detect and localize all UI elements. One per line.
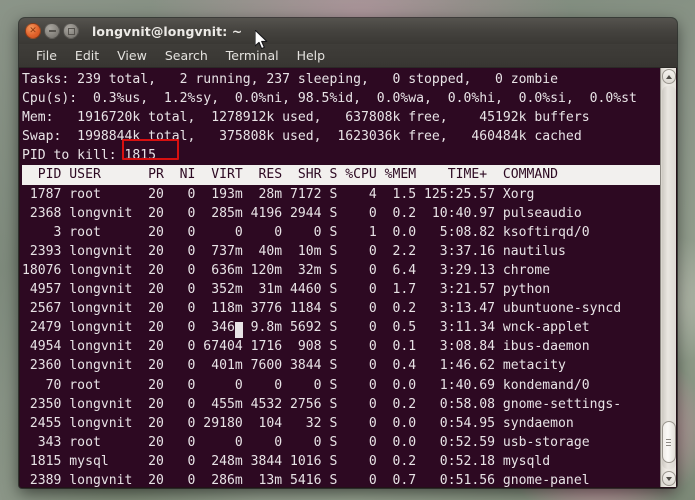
window-title-bar[interactable]: ✕ longvnit@longvnit: ~ — [19, 18, 677, 44]
terminal-block-cursor — [235, 322, 243, 338]
table-row: 2393 longvnit 20 0 737m 40m 10m S 0 2.2 … — [22, 243, 566, 259]
terminal-scrollbar[interactable] — [660, 68, 676, 487]
table-row: 2479 longvnit 20 0 346m 9.8m 5692 S 0 0.… — [22, 320, 590, 336]
terminal-text-area[interactable]: Tasks: 239 total, 2 running, 237 sleepin… — [20, 68, 660, 487]
menu-item-help[interactable]: Help — [288, 46, 335, 65]
top-summary-cpu: Cpu(s): 0.3%us, 1.2%sy, 0.0%ni, 98.5%id,… — [22, 91, 637, 107]
close-window-button[interactable]: ✕ — [25, 23, 41, 39]
table-row: 18076 longvnit 20 0 636m 120m 32m S 0 6.… — [22, 262, 551, 278]
scrollbar-track[interactable] — [661, 86, 676, 469]
table-row: 2368 longvnit 20 0 285m 4196 2944 S 0 0.… — [22, 205, 582, 221]
scrollbar-thumb[interactable] — [661, 421, 676, 463]
minimize-icon — [48, 30, 56, 32]
table-row: 2389 longvnit 20 0 286m 13m 5416 S 0 0.7… — [22, 472, 590, 487]
table-row: 2567 longvnit 20 0 118m 3776 1184 S 0 0.… — [22, 301, 622, 317]
close-icon: ✕ — [29, 25, 37, 36]
table-row: 343 root 20 0 0 0 0 S 0 0.0 0:52.59 usb-… — [22, 434, 590, 450]
desktop-background: ✕ longvnit@longvnit: ~ File Edit View Se… — [0, 0, 695, 500]
maximize-icon — [67, 27, 75, 35]
maximize-window-button[interactable] — [63, 23, 79, 39]
table-row: 4954 longvnit 20 0 67404 1716 908 S 0 0.… — [22, 339, 590, 355]
table-row: 2455 longvnit 20 0 29180 104 32 S 0 0.0 … — [22, 415, 574, 431]
menu-item-terminal[interactable]: Terminal — [217, 46, 288, 65]
table-row: 70 root 20 0 0 0 0 S 0 0.0 1:40.69 konde… — [22, 377, 590, 393]
table-row: 2350 longvnit 20 0 455m 4532 2756 S 0 0.… — [22, 396, 622, 412]
menu-item-search[interactable]: Search — [156, 46, 217, 65]
pid-to-kill-prompt[interactable]: PID to kill: 1815 — [22, 146, 660, 165]
table-row: 1787 root 20 0 193m 28m 7172 S 4 1.5 125… — [22, 186, 535, 202]
table-row: 4957 longvnit 20 0 352m 31m 4460 S 0 1.7… — [22, 282, 551, 298]
menu-item-view[interactable]: View — [108, 46, 156, 65]
window-title: longvnit@longvnit: ~ — [92, 23, 243, 39]
scroll-up-arrow-icon[interactable] — [661, 69, 676, 84]
top-summary-tasks: Tasks: 239 total, 2 running, 237 sleepin… — [22, 72, 559, 87]
minimize-window-button[interactable] — [44, 23, 60, 39]
top-summary-swap: Swap: 1998844k total, 375808k used, 1623… — [22, 129, 582, 145]
top-summary-mem: Mem: 1916720k total, 1278912k used, 6378… — [22, 110, 590, 126]
menu-item-edit[interactable]: Edit — [66, 46, 108, 65]
scroll-down-arrow-icon[interactable] — [661, 471, 676, 486]
menu-item-file[interactable]: File — [27, 46, 66, 65]
table-row: 1815 mysql 20 0 248m 3844 1016 S 0 0.2 0… — [22, 453, 551, 469]
process-table-header: PID USER PR NI VIRT RES SHR S %CPU %MEM … — [22, 165, 660, 185]
terminal-body[interactable]: Tasks: 239 total, 2 running, 237 sleepin… — [19, 68, 677, 488]
table-row: 2360 longvnit 20 0 401m 7600 3844 S 0 0.… — [22, 358, 566, 374]
terminal-window[interactable]: ✕ longvnit@longvnit: ~ File Edit View Se… — [19, 18, 677, 488]
table-row: 3 root 20 0 0 0 0 S 1 0.0 5:08.82 ksofti… — [22, 224, 590, 240]
menu-bar[interactable]: File Edit View Search Terminal Help — [19, 44, 677, 68]
